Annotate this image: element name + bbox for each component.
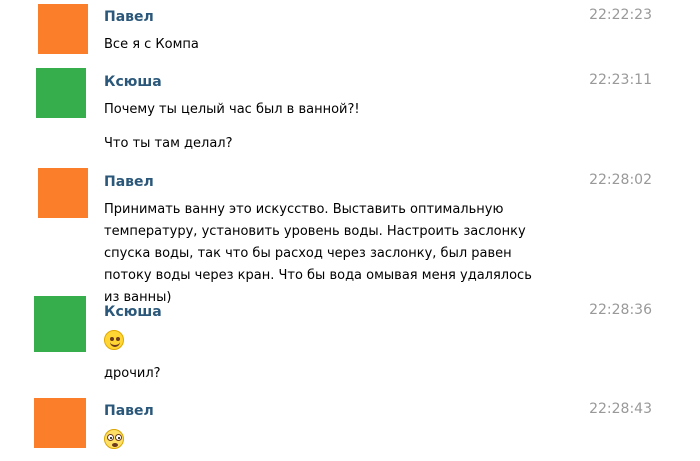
author-name[interactable]: Павел <box>104 403 154 419</box>
message-text: Что ты там делал? <box>104 136 233 151</box>
message-time: 22:22:23 <box>589 7 652 23</box>
avatar[interactable] <box>34 398 86 448</box>
author-name[interactable]: Ксюша <box>104 304 162 320</box>
message-text: Все я с Компа <box>104 37 199 52</box>
avatar[interactable] <box>34 296 86 352</box>
avatar[interactable] <box>38 168 88 218</box>
smile-emoji <box>104 330 124 350</box>
author-name[interactable]: Павел <box>104 9 154 25</box>
author-name[interactable]: Ксюша <box>104 74 162 90</box>
message-text: Принимать ванну это искусство. Выставить… <box>104 202 532 305</box>
avatar[interactable] <box>36 68 86 118</box>
message-time: 22:28:43 <box>589 401 652 417</box>
message-time: 22:23:11 <box>589 72 652 88</box>
message-time: 22:28:36 <box>589 302 652 318</box>
author-name[interactable]: Павел <box>104 174 154 190</box>
avatar[interactable] <box>38 4 88 54</box>
message-text: Почему ты целый час был в ванной?! <box>104 102 360 117</box>
surprised-emoji <box>104 429 124 449</box>
message-text: дрочил? <box>104 366 161 381</box>
message-time: 22:28:02 <box>589 172 652 188</box>
chat-history: Павел 22:22:23 Все я с Компа Ксюша 22:23… <box>0 0 700 461</box>
